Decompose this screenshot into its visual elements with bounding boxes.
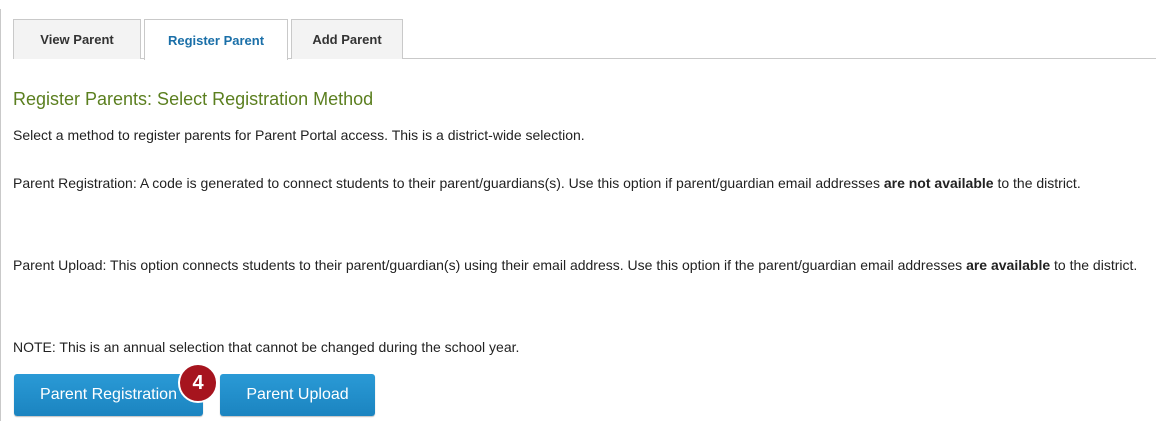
upload-text-part: to the district. <box>1050 257 1138 273</box>
registration-emphasis: are not available <box>883 175 994 191</box>
registration-text-part: to the district. <box>993 175 1081 191</box>
upload-description: Parent Upload: This option connects stud… <box>13 254 1153 277</box>
parent-registration-button[interactable]: Parent Registration <box>14 374 203 416</box>
parent-upload-button[interactable]: Parent Upload <box>220 374 375 416</box>
tab-register-parent[interactable]: Register Parent <box>144 19 288 60</box>
step-number-badge: 4 <box>178 363 218 403</box>
tab-view-parent[interactable]: View Parent <box>13 19 141 59</box>
intro-text: Select a method to register parents for … <box>13 127 585 143</box>
tab-add-parent[interactable]: Add Parent <box>291 19 403 59</box>
registration-description: Parent Registration: A code is generated… <box>13 172 1153 195</box>
upload-text-part: Parent Upload: This option connects stud… <box>13 257 967 273</box>
upload-emphasis: are available <box>966 257 1051 273</box>
page-heading: Register Parents: Select Registration Me… <box>13 89 374 109</box>
note-text: NOTE: This is an annual selection that c… <box>13 339 520 355</box>
tab-bar: View Parent Register Parent Add Parent <box>13 19 1156 60</box>
registration-text-part: Parent Registration: A code is generated… <box>13 175 884 191</box>
content-frame: View Parent Register Parent Add Parent R… <box>0 9 1156 421</box>
